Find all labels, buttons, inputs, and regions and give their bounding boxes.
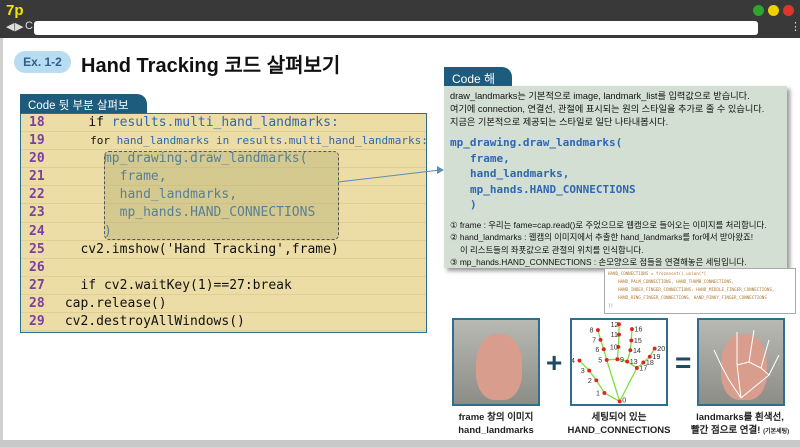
landmark-point: [630, 327, 634, 332]
caption-result: landmarks를 흰색선, 빨간 점으로 연결! (기본세팅): [680, 411, 800, 439]
landmark-point: [587, 368, 592, 373]
landmark-label: 16: [635, 326, 643, 334]
landmarked-hand-image: [697, 318, 785, 406]
landmark-label: 8: [590, 327, 594, 335]
caption-line: 세팅되어 있는: [591, 412, 647, 423]
landmark-point: [647, 354, 652, 359]
landmark-label: 13: [630, 358, 638, 366]
note: 이 리스트들의 좌푯값으로 관절의 위치를 인식합니다.: [460, 244, 644, 255]
landmark-label: 3: [581, 367, 585, 375]
intro-line: draw_landmarks는 기본적으로 image, landmark_li…: [450, 91, 750, 101]
landmark-point: [595, 328, 600, 333]
explain-code: mp_drawing.draw_landmarks( frame, hand_l…: [450, 135, 781, 213]
landmark-label: 1: [596, 390, 600, 398]
landmark-label: 20: [657, 345, 665, 353]
code-line: mp_hands.HAND_CONNECTIONS: [470, 182, 636, 196]
caption-line: frame 창의 이미지: [458, 412, 534, 423]
landmark-label: 5: [598, 356, 602, 364]
explain-tab: Code 해석: [444, 67, 512, 103]
landmark-point: [602, 391, 607, 395]
intro-line: 지금은 기본적으로 제공되는 스타일로 일단 나타내봅시다.: [450, 117, 669, 127]
explain-panel: draw_landmarks는 기본적으로 image, landmark_li…: [444, 86, 787, 268]
landmark-label: 11: [611, 331, 618, 339]
landmark-label: 0: [622, 397, 626, 404]
landmark-label: 2: [588, 377, 592, 385]
landmark-label: 14: [633, 347, 641, 355]
caption-line: landmarks를 흰색선,: [696, 412, 784, 423]
caption-line: hand_landmarks: [458, 425, 534, 436]
caption-line: 빨간 점으로 연결!: [690, 425, 761, 436]
landmark-point: [629, 338, 634, 343]
code-line: mp_drawing.draw_landmarks(: [450, 136, 623, 149]
landmark-label: 15: [634, 337, 642, 345]
equals-sign: =: [675, 347, 692, 378]
landmark-point: [625, 359, 630, 364]
landmark-point: [604, 357, 609, 362]
code-line: ): [470, 198, 477, 211]
caption-line: HAND_CONNECTIONS: [567, 425, 671, 436]
landmark-point: [601, 347, 606, 352]
landmark-point: [615, 357, 620, 362]
hand-connections-diagram: 01234567891011121314151617181920: [570, 318, 668, 406]
landmark-point: [577, 358, 582, 363]
landmark-point: [598, 337, 603, 342]
hand-connections-snippet: HAND_CONNECTIONS = frozenset().union(*[ …: [604, 268, 796, 314]
landmark-point: [617, 399, 622, 404]
landmark-label: 7: [592, 336, 596, 344]
note: ① frame : 우리는 fame=cap.read()로 주었으므로 웹캠으…: [450, 219, 767, 230]
note: ② hand_landmarks : 웹캠의 이미지에서 추출한 hand_la…: [450, 232, 754, 242]
landmark-point: [628, 348, 633, 353]
plus-sign: +: [546, 347, 563, 378]
landmark-point: [634, 366, 639, 370]
landmark-point: [652, 346, 657, 351]
landmark-label: 12: [611, 321, 619, 329]
note: ③ mp_hands.HAND_CONNECTIONS : 손모양으로 점들을 …: [450, 257, 747, 267]
landmark-label: 9: [620, 356, 624, 364]
caption-frame: frame 창의 이미지 hand_landmarks: [440, 411, 552, 437]
landmark-point: [641, 360, 646, 365]
landmark-label: 10: [610, 344, 618, 352]
landmark-label: 4: [572, 357, 575, 365]
code-line: hand_landmarks,: [470, 167, 570, 180]
landmark-label: 6: [595, 346, 599, 354]
caption-connections: 세팅되어 있는 HAND_CONNECTIONS: [560, 411, 678, 437]
webcam-hand-image: [452, 318, 540, 406]
code-line: frame,: [470, 151, 510, 165]
intro-line: 여기에 connection, 연결선, 관절에 표시되는 원의 스타일을 추가…: [450, 104, 765, 114]
caption-note: (기본세팅): [763, 429, 790, 435]
landmark-point: [594, 378, 599, 383]
landmark-label: 19: [652, 353, 660, 361]
